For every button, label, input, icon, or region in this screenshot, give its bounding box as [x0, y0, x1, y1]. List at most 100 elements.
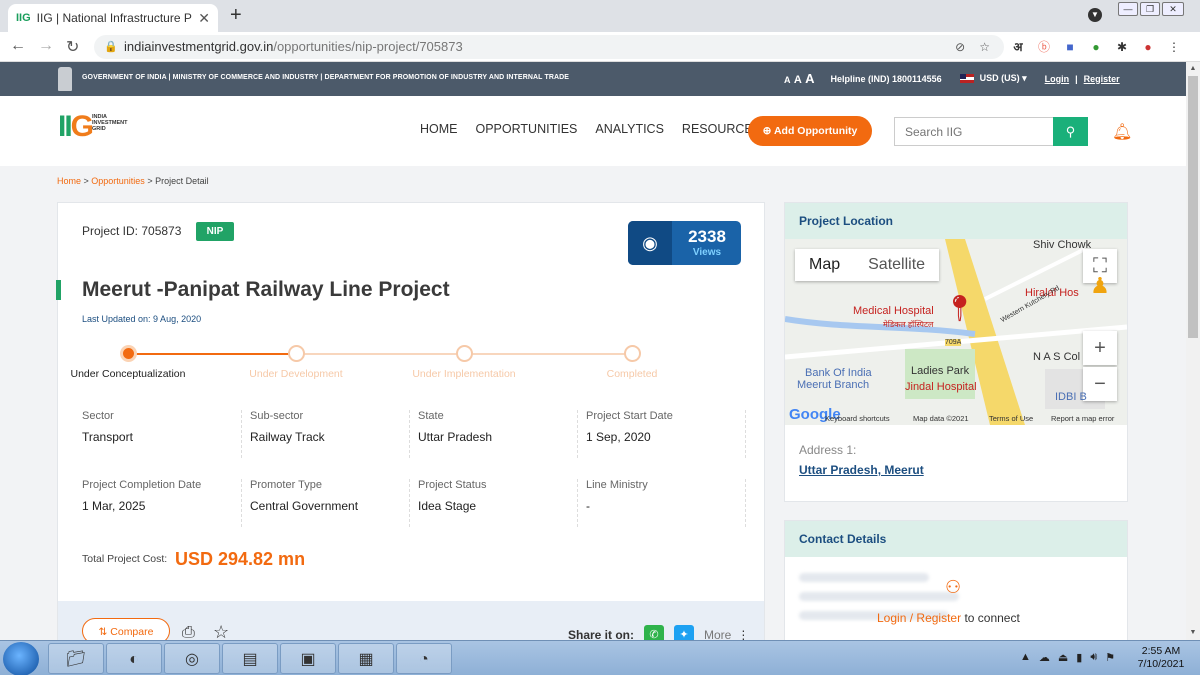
compare-icon: ⇅: [98, 626, 108, 638]
close-window-icon[interactable]: ✕: [1162, 2, 1184, 16]
pegman-icon[interactable]: ♟: [1083, 269, 1117, 303]
site-header: IIG INDIA INVESTMENT GRID HOME OPPORTUNI…: [0, 96, 1186, 166]
flag-icon[interactable]: ⚑: [1105, 651, 1115, 664]
register-link[interactable]: Register: [1084, 74, 1120, 84]
project-stage-tracker: Under Conceptualization Under Developmen…: [58, 343, 766, 383]
search-icon[interactable]: ⚲: [1053, 117, 1088, 146]
nav-analytics[interactable]: ANALYTICS: [595, 122, 664, 136]
usb-icon[interactable]: ⏏: [1058, 651, 1068, 664]
stage-label-completed: Completed: [606, 368, 658, 380]
government-text: GOVERNMENT OF INDIA | MINISTRY OF COMMER…: [82, 74, 570, 81]
project-card-footer: ⇅ Compare ⎙ ☆ Share it on: ✆ ✦ More ⋮: [58, 601, 764, 645]
map-terms-link[interactable]: Terms of Use: [989, 414, 1033, 423]
app-icon[interactable]: ◔: [396, 643, 452, 674]
detail-promoter-type: Promoter Type Central Government: [250, 479, 410, 527]
url-input[interactable]: 🔒 indiainvestmentgrid.gov.in/opportuniti…: [94, 35, 1004, 59]
scroll-up-icon[interactable]: ▲: [1186, 62, 1200, 76]
extension-h-icon[interactable]: ⓑ: [1036, 39, 1052, 55]
zoom-in-icon[interactable]: +: [1083, 331, 1117, 365]
breadcrumb-home[interactable]: Home: [57, 176, 81, 186]
bell-icon[interactable]: 🔔︎: [1112, 122, 1132, 142]
nav-home[interactable]: HOME: [420, 122, 458, 136]
contact-register-link[interactable]: Register: [916, 611, 961, 625]
tab-close-icon[interactable]: ✕: [198, 10, 210, 27]
taskbar-clock[interactable]: 2:55 AM 7/10/2021: [1126, 645, 1196, 671]
address-value[interactable]: Uttar Pradesh, Meerut: [785, 457, 1127, 477]
sticky-notes-icon[interactable]: ▤: [222, 643, 278, 674]
login-link[interactable]: Login: [1045, 74, 1070, 84]
add-opportunity-button[interactable]: ⊕ Add Opportunity: [748, 116, 872, 146]
avatar[interactable]: ●: [1140, 39, 1156, 55]
lock-icon[interactable]: 🔒: [104, 35, 118, 59]
camera-extension-icon[interactable]: ■: [1062, 39, 1078, 55]
extension-a-icon[interactable]: अ: [1010, 39, 1026, 55]
window-controls: — ❐ ✕: [1118, 2, 1184, 16]
contact-details-heading: Contact Details: [785, 521, 1127, 557]
add-opportunity-label: Add Opportunity: [773, 125, 858, 137]
stage-dot-implementation: [456, 345, 473, 362]
location-map[interactable]: Map Satellite ⛶ ♟ + − Shiv Chowk Medical…: [785, 239, 1127, 425]
map-label-medical-hospital: Medical Hospital: [853, 305, 934, 317]
currency-label: USD (US): [979, 73, 1020, 83]
reload-icon[interactable]: ↻: [66, 37, 79, 57]
scroll-down-icon[interactable]: ▼: [1186, 626, 1200, 640]
network-icon[interactable]: ▮: [1076, 651, 1082, 664]
iig-logo[interactable]: IIG INDIA INVESTMENT GRID: [58, 110, 148, 150]
map-report-error-link[interactable]: Report a map error: [1051, 414, 1114, 423]
detail-start-date: Project Start Date 1 Sep, 2020: [586, 410, 746, 458]
breadcrumb-opportunities[interactable]: Opportunities: [91, 176, 145, 186]
start-button[interactable]: [3, 642, 39, 675]
forward-icon[interactable]: →: [38, 37, 54, 55]
font-small-button[interactable]: A: [784, 75, 791, 85]
page-scrollbar[interactable]: ▲ ▼: [1186, 62, 1200, 640]
extension-globe-icon[interactable]: ●: [1088, 39, 1104, 55]
map-tab[interactable]: Map: [795, 249, 854, 281]
detail-line-ministry: Line Ministry -: [586, 479, 746, 527]
scroll-thumb[interactable]: [1188, 76, 1198, 338]
map-label-nas: N A S Col: [1033, 351, 1081, 363]
total-cost-label: Total Project Cost:: [82, 553, 168, 565]
photos-icon[interactable]: ▣: [280, 643, 336, 674]
detail-completion-date: Project Completion Date 1 Mar, 2025: [82, 479, 242, 527]
system-tray: ▲ ☁ ⏏ ▮ 🔊︎ ⚑: [1020, 651, 1115, 664]
edge-icon[interactable]: ◐: [106, 643, 162, 674]
contact-login-link[interactable]: Login: [877, 611, 906, 625]
plus-circle-icon: ⊕: [762, 125, 772, 137]
map-keyboard-shortcuts[interactable]: Keyboard shortcuts: [825, 414, 890, 423]
bookmark-star-icon[interactable]: ☆: [979, 35, 990, 59]
file-explorer-icon[interactable]: 📁︎: [48, 643, 104, 674]
tray-expand-icon[interactable]: ▲: [1020, 651, 1031, 664]
new-tab-icon[interactable]: +: [230, 4, 242, 27]
clock-date: 7/10/2021: [1137, 658, 1185, 670]
map-pin-icon[interactable]: 📍︎: [943, 293, 976, 324]
views-counter: ◉ 2338 Views: [628, 221, 741, 265]
map-label-jindal: Jindal Hospital: [905, 381, 977, 393]
map-label-ladies-park: Ladies Park: [911, 365, 970, 377]
font-medium-button[interactable]: A: [794, 74, 802, 86]
puzzle-icon[interactable]: ✱: [1114, 39, 1130, 55]
cloud-icon[interactable]: ☁: [1039, 651, 1050, 664]
browser-tab[interactable]: IIG IIG | National Infrastructure Pipeli…: [8, 4, 218, 32]
font-large-button[interactable]: A: [805, 71, 814, 86]
wordpad-icon[interactable]: ▦: [338, 643, 394, 674]
nav-opportunities[interactable]: OPPORTUNITIES: [476, 122, 578, 136]
logo-mark: IIG: [58, 110, 94, 143]
currency-selector[interactable]: USD (US) ▾: [980, 73, 1027, 84]
eye-off-icon[interactable]: ⊘: [955, 35, 965, 59]
map-type-tabs: Map Satellite: [795, 249, 940, 281]
zoom-out-icon[interactable]: −: [1083, 367, 1117, 401]
volume-icon[interactable]: 🔊︎: [1090, 651, 1097, 664]
eye-icon: ◉: [628, 221, 672, 265]
minimize-icon[interactable]: —: [1118, 2, 1138, 16]
search-input[interactable]: [895, 118, 1053, 145]
profile-down-icon[interactable]: ▼: [1088, 8, 1102, 22]
contact-details-card: Contact Details ⚇ Login / Register to co…: [784, 520, 1128, 642]
chrome-menu-icon[interactable]: ⋮: [1166, 39, 1182, 55]
user-lock-icon: ⚇: [945, 577, 962, 597]
satellite-tab[interactable]: Satellite: [854, 249, 939, 281]
clock-time: 2:55 AM: [1141, 645, 1181, 657]
back-icon[interactable]: ←: [10, 37, 26, 55]
chrome-icon[interactable]: ◎: [164, 643, 220, 674]
maximize-icon[interactable]: ❐: [1140, 2, 1160, 16]
blurred-line: [799, 573, 929, 582]
